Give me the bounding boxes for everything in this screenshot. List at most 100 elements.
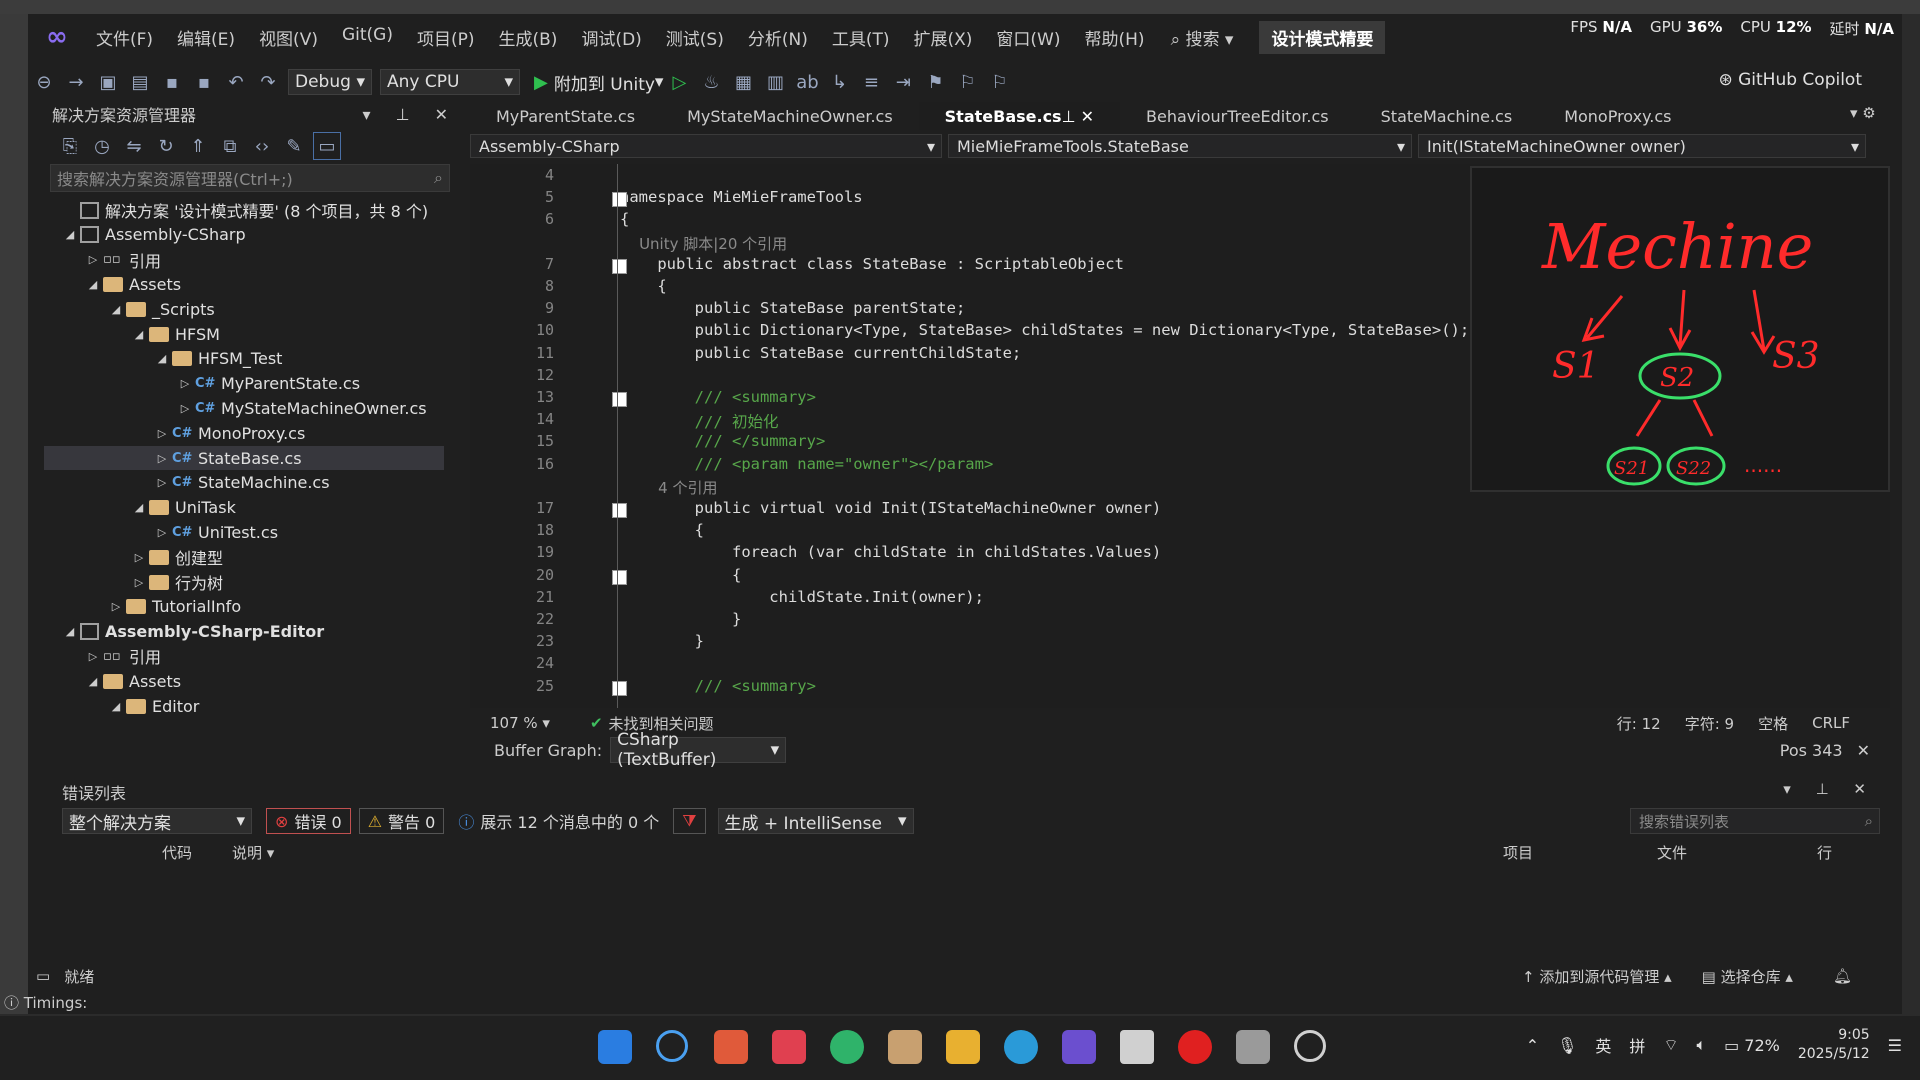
error-search-input[interactable]: 搜索错误列表 ⌕ — [1630, 808, 1880, 834]
tab-statemachine[interactable]: StateMachine.cs — [1355, 102, 1539, 130]
se-window-controls[interactable]: ▾ ⊥ ✕ — [362, 105, 458, 124]
col-desc[interactable]: 说明 ▾ — [232, 842, 274, 866]
tree-item[interactable]: ▷ TutorialInfo — [44, 595, 444, 619]
history-icon[interactable]: ◷ — [89, 133, 115, 159]
tree-item[interactable]: ▷ 创建型 — [44, 545, 444, 569]
switch-view-icon[interactable]: ⇋ — [121, 133, 147, 159]
search-button[interactable]: ⌕ 搜索 ▾ — [1171, 25, 1234, 50]
show-all-icon[interactable]: ⧉ — [217, 133, 243, 159]
fold-toggle-icon[interactable] — [612, 503, 627, 518]
menu-item[interactable]: 扩展(X) — [902, 25, 985, 50]
menu-item[interactable]: 项目(P) — [405, 25, 487, 50]
whitespace-indicator[interactable]: 空格 — [1758, 713, 1788, 734]
ime-mode[interactable]: 拼 — [1629, 1033, 1645, 1057]
close-icon[interactable]: ✕ — [1857, 741, 1870, 760]
tab-behaviourtreeeditor[interactable]: BehaviourTreeEditor.cs — [1120, 102, 1355, 130]
expander-icon[interactable]: ▷ — [154, 476, 170, 489]
refresh-icon[interactable]: ↻ — [153, 133, 179, 159]
expander-icon[interactable]: ◢ — [62, 228, 78, 241]
unity-icon[interactable] — [1120, 1030, 1154, 1064]
menu-item[interactable]: 工具(T) — [820, 25, 902, 50]
layout-icon[interactable]: ▥ — [762, 69, 788, 95]
tree-item[interactable]: ▷ C# UniTest.cs — [44, 520, 444, 544]
start-without-debug-icon[interactable]: ▷ — [666, 69, 692, 95]
project-dropdown[interactable]: Assembly-CSharp ▾ — [470, 134, 942, 158]
clock[interactable]: 9:05 2025/5/12 — [1798, 1026, 1870, 1064]
expander-icon[interactable]: ▷ — [154, 427, 170, 440]
fold-toggle-icon[interactable] — [612, 569, 627, 585]
chrome-icon[interactable] — [1294, 1030, 1326, 1062]
tree-item[interactable]: ▷ ▫▫ 引用 — [44, 248, 444, 272]
tree-item[interactable]: ◢ Editor — [44, 694, 444, 718]
app-icon-avatar[interactable] — [888, 1030, 922, 1064]
tree-item[interactable]: ▷ C# MyParentState.cs — [44, 372, 444, 396]
type-dropdown[interactable]: MieMieFrameTools.StateBase ▾ — [948, 134, 1412, 158]
expander-icon[interactable]: ◢ — [108, 700, 124, 713]
folder-icon[interactable]: ▦ — [730, 69, 756, 95]
buffer-dropdown[interactable]: CSharp (TextBuffer) ▾ — [610, 730, 787, 770]
expander-icon[interactable]: ◢ — [154, 352, 170, 365]
zoom-dropdown[interactable]: 107 % ▾ — [490, 714, 550, 732]
redo-icon[interactable]: ↷ — [255, 69, 281, 95]
expander-icon[interactable]: ▷ — [131, 576, 147, 589]
config-dropdown[interactable]: Debug ▾ — [288, 69, 372, 95]
tree-item[interactable]: ▷ C# MonoProxy.cs — [44, 421, 444, 445]
fold-toggle-icon[interactable] — [612, 192, 627, 208]
add-source-button[interactable]: ↑ 添加到源代码管理 ▴ — [1522, 966, 1672, 987]
tab-monoproxy[interactable]: MonoProxy.cs — [1538, 102, 1697, 130]
platform-dropdown[interactable]: Any CPU ▾ — [380, 69, 520, 95]
ime-language[interactable]: 英 — [1595, 1033, 1611, 1057]
expander-icon[interactable]: ▷ — [85, 253, 101, 266]
new-project-icon[interactable]: ▣ — [95, 69, 121, 95]
menu-item[interactable]: 编辑(E) — [165, 25, 247, 50]
warnings-filter-button[interactable]: ⚠ 警告 0 — [358, 808, 445, 834]
expander-icon[interactable]: ▷ — [177, 377, 193, 390]
menu-item[interactable]: 生成(B) — [487, 25, 570, 50]
close-tab-icon[interactable]: ⊥ ✕ — [1062, 107, 1094, 126]
menu-item[interactable]: Git(G) — [330, 25, 405, 50]
start-icon[interactable] — [598, 1030, 632, 1064]
battery-indicator[interactable]: ▭ 72% — [1724, 1036, 1780, 1055]
source-dropdown[interactable]: 生成 + IntelliSense ▾ — [717, 808, 914, 834]
tree-item[interactable]: ◢ Assets — [44, 669, 444, 693]
attach-unity-button[interactable]: ▶ 附加到 Unity ▾ — [534, 70, 663, 95]
expander-icon[interactable]: ◢ — [85, 675, 101, 688]
bookmark-prev-icon[interactable]: ⚐ — [954, 69, 980, 95]
expander-icon[interactable]: ▷ — [177, 402, 193, 415]
menu-item[interactable]: 帮助(H) — [1073, 25, 1157, 50]
microphone-icon[interactable]: 🎙︎ — [1557, 1036, 1577, 1055]
save-all-icon[interactable]: ▪ — [191, 69, 217, 95]
expander-icon[interactable]: ▷ — [131, 551, 147, 564]
expander-icon[interactable]: ◢ — [62, 625, 78, 638]
expander-icon[interactable]: ◢ — [131, 328, 147, 341]
menu-item[interactable]: 视图(V) — [247, 25, 330, 50]
menu-item[interactable]: 分析(N) — [736, 25, 820, 50]
codelens-reference[interactable]: 4 个引用 — [620, 477, 717, 498]
notifications-icon[interactable]: 🔔︎ — [1833, 967, 1852, 985]
tree-item[interactable]: ▷ C# StateBase.cs — [44, 446, 444, 470]
expander-icon[interactable]: ▷ — [85, 650, 101, 663]
search-icon[interactable] — [656, 1030, 688, 1062]
expander-icon[interactable]: ▷ — [154, 526, 170, 539]
netease-music-icon[interactable] — [1178, 1030, 1212, 1064]
tree-item[interactable]: ◢ _Scripts — [44, 297, 444, 321]
github-copilot-button[interactable]: ⊛ GitHub Copilot — [1718, 70, 1862, 90]
save-icon[interactable]: ▪ — [159, 69, 185, 95]
step-icon[interactable]: ↳ — [826, 69, 852, 95]
sync-icon[interactable]: ⎘ — [57, 133, 83, 159]
col-project[interactable]: 项目 — [1503, 842, 1533, 866]
col-code[interactable]: 代码 — [162, 842, 192, 866]
member-dropdown[interactable]: Init(IStateMachineOwner owner) ▾ — [1418, 134, 1866, 158]
spell-icon[interactable]: ab — [794, 69, 820, 95]
col-file[interactable]: 文件 — [1657, 842, 1687, 866]
codelens-reference[interactable]: Unity 脚本|20 个引用 — [620, 233, 787, 254]
properties-icon[interactable]: ✎ — [281, 133, 307, 159]
error-list-window-controls[interactable]: ▾ ⊥ ✕ — [1783, 780, 1876, 798]
tree-item[interactable]: ▷ 行为树 — [44, 570, 444, 594]
collapse-icon[interactable]: ⇑ — [185, 133, 211, 159]
notification-center-icon[interactable]: ☰ — [1888, 1036, 1902, 1055]
tree-item[interactable]: ◢ Assembly-CSharp — [44, 223, 444, 247]
open-icon[interactable]: ▤ — [127, 69, 153, 95]
forward-icon[interactable]: → — [63, 69, 89, 95]
tree-item[interactable]: ◢ Assembly-CSharp-Editor — [44, 620, 444, 644]
